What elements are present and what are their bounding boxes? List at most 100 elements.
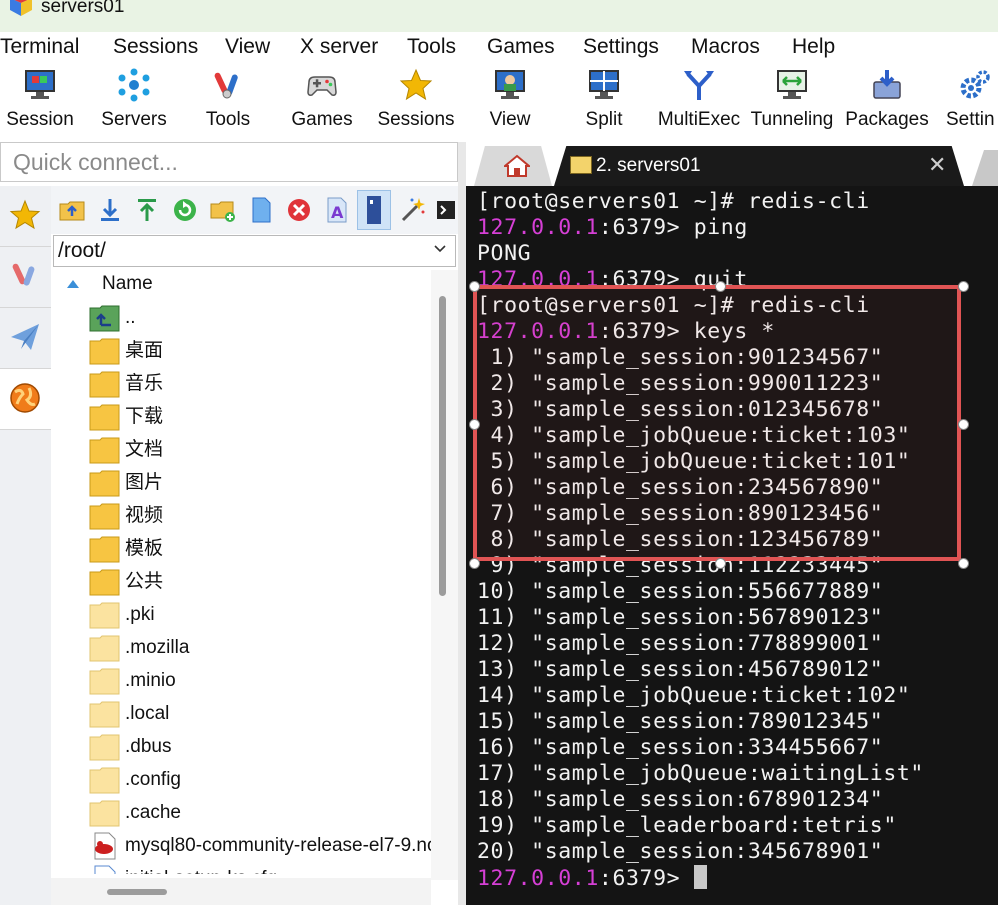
menu-settings[interactable]: Settings — [583, 34, 659, 60]
resize-handle-left[interactable] — [469, 419, 480, 430]
menu-games[interactable]: Games — [487, 34, 555, 60]
tab-macros[interactable] — [0, 308, 51, 369]
selection-rectangle[interactable] — [469, 281, 969, 569]
download-icon[interactable] — [96, 196, 124, 224]
terminal-icon[interactable] — [435, 196, 457, 224]
tunneling-button[interactable]: Tunneling — [748, 62, 836, 140]
file-list-item[interactable]: 文档 — [51, 434, 431, 467]
tab-sessions-favorites[interactable] — [0, 186, 51, 247]
file-list-item[interactable]: 模板 — [51, 533, 431, 566]
resize-handle-top-left[interactable] — [469, 281, 480, 292]
file-list-item[interactable]: 视频 — [51, 500, 431, 533]
file-list-item[interactable]: 桌面 — [51, 335, 431, 368]
tab-tools[interactable] — [0, 247, 51, 308]
magic-wand-icon[interactable] — [399, 196, 427, 224]
delete-icon[interactable] — [285, 196, 313, 224]
horizontal-scroll-thumb[interactable] — [107, 889, 167, 895]
resize-handle-bottom[interactable] — [715, 558, 726, 569]
rename-icon[interactable]: A — [323, 196, 351, 224]
refresh-icon[interactable] — [171, 196, 199, 224]
file-list-item[interactable]: .minio — [51, 665, 431, 698]
parent-directory-icon[interactable] — [58, 196, 86, 224]
home-tab[interactable] — [474, 146, 552, 186]
file-list-item[interactable]: 公共 — [51, 566, 431, 599]
tunneling-button-label: Tunneling — [750, 109, 834, 130]
file-list-item[interactable]: .local — [51, 698, 431, 731]
sessions-button[interactable]: Sessions — [376, 62, 456, 140]
menu-terminal[interactable]: Terminal — [0, 34, 79, 60]
chevron-down-icon[interactable] — [433, 242, 447, 256]
quick-connect-input[interactable] — [13, 147, 443, 177]
tools-button[interactable]: Tools — [188, 62, 268, 140]
file-name: 公共 — [125, 571, 164, 592]
current-path: /root/ — [58, 239, 106, 262]
resize-handle-top-right[interactable] — [958, 281, 969, 292]
session-button-label: Session — [6, 109, 74, 130]
session-button[interactable]: Session — [0, 62, 80, 140]
name-column-header[interactable]: Name — [51, 270, 431, 298]
file-list-item[interactable]: .pki — [51, 599, 431, 632]
resize-handle-bottom-left[interactable] — [469, 558, 480, 569]
file-name: .config — [125, 769, 181, 790]
file-list-item[interactable]: 图片 — [51, 467, 431, 500]
terminal-line: 14) "sample_jobQueue:ticket:102" — [477, 683, 910, 709]
view-button[interactable]: View — [470, 62, 550, 140]
file-list-item[interactable]: 下载 — [51, 401, 431, 434]
folder-icon — [89, 536, 120, 563]
output-text: 19) "sample_leaderboard:tetris" — [477, 813, 897, 838]
packages-button[interactable]: Packages — [844, 62, 930, 140]
vertical-scroll-thumb[interactable] — [439, 296, 446, 596]
file-name: 下载 — [125, 406, 164, 427]
new-folder-icon[interactable] — [209, 196, 237, 224]
tab-servers01[interactable]: 2. servers01 ✕ — [554, 146, 964, 186]
settings-button-label: Settin — [946, 109, 995, 130]
file-list-item[interactable]: .cache — [51, 797, 431, 830]
file-list-item[interactable]: initial-setup-ks.cfg — [51, 863, 431, 874]
prompt-text: :6379> — [598, 866, 694, 891]
servers-button[interactable]: Servers — [94, 62, 174, 140]
folder-icon — [89, 767, 120, 794]
file-list-item[interactable]: .mozilla — [51, 632, 431, 665]
menu-help[interactable]: Help — [792, 34, 835, 60]
folder-icon — [89, 371, 120, 398]
swiss-knife-icon — [214, 72, 238, 99]
file-list-item[interactable]: mysql80-community-release-el7-9.no — [51, 830, 431, 863]
split-button[interactable]: Split — [564, 62, 644, 140]
file-list: .. 桌面 音乐下载文档 图片 视频 模板公共 .pki .mozilla .minio .loc… — [51, 298, 431, 874]
folder-icon — [89, 470, 120, 497]
resize-handle-bottom-right[interactable] — [958, 558, 969, 569]
menu-tools[interactable]: Tools — [407, 34, 456, 60]
menu-view[interactable]: View — [225, 34, 270, 60]
folder-icon — [89, 701, 120, 728]
globe-icon — [10, 383, 40, 413]
resize-handle-top[interactable] — [715, 281, 726, 292]
file-list-item[interactable]: .dbus — [51, 731, 431, 764]
follow-terminal-toggle[interactable] — [357, 190, 391, 230]
menu-macros[interactable]: Macros — [691, 34, 760, 60]
terminal-line: 18) "sample_session:678901234" — [477, 787, 883, 813]
upload-icon[interactable] — [133, 196, 161, 224]
terminal-line: PONG — [477, 241, 531, 267]
menu-sessions[interactable]: Sessions — [113, 34, 198, 60]
file-list-item[interactable]: .config — [51, 764, 431, 797]
output-text: 16) "sample_session:334455667" — [477, 735, 884, 760]
games-button[interactable]: Games — [282, 62, 362, 140]
tab-sftp[interactable] — [0, 369, 51, 430]
close-icon[interactable]: ✕ — [928, 152, 946, 178]
prompt-host: 127.0.0.1 — [477, 866, 599, 891]
panel-splitter[interactable] — [458, 142, 466, 905]
terminal-prompt-line[interactable]: 127.0.0.1:6379> — [477, 865, 707, 892]
vertical-scrollbar[interactable] — [431, 270, 458, 880]
tunneling-icon — [777, 70, 807, 99]
menu-x-server[interactable]: X server — [300, 34, 378, 60]
file-list-item[interactable]: 音乐 — [51, 368, 431, 401]
multiexec-button[interactable]: MultiExec — [656, 62, 742, 140]
path-combobox[interactable]: /root/ — [53, 235, 456, 267]
horizontal-scrollbar[interactable] — [51, 878, 431, 905]
resize-handle-right[interactable] — [958, 419, 969, 430]
file-name: mysql80-community-release-el7-9.no — [125, 835, 431, 856]
new-file-icon[interactable] — [247, 196, 275, 224]
settings-button[interactable]: Settin — [936, 62, 998, 140]
file-list-item[interactable]: .. — [51, 302, 431, 335]
new-tab-button[interactable] — [972, 150, 998, 186]
